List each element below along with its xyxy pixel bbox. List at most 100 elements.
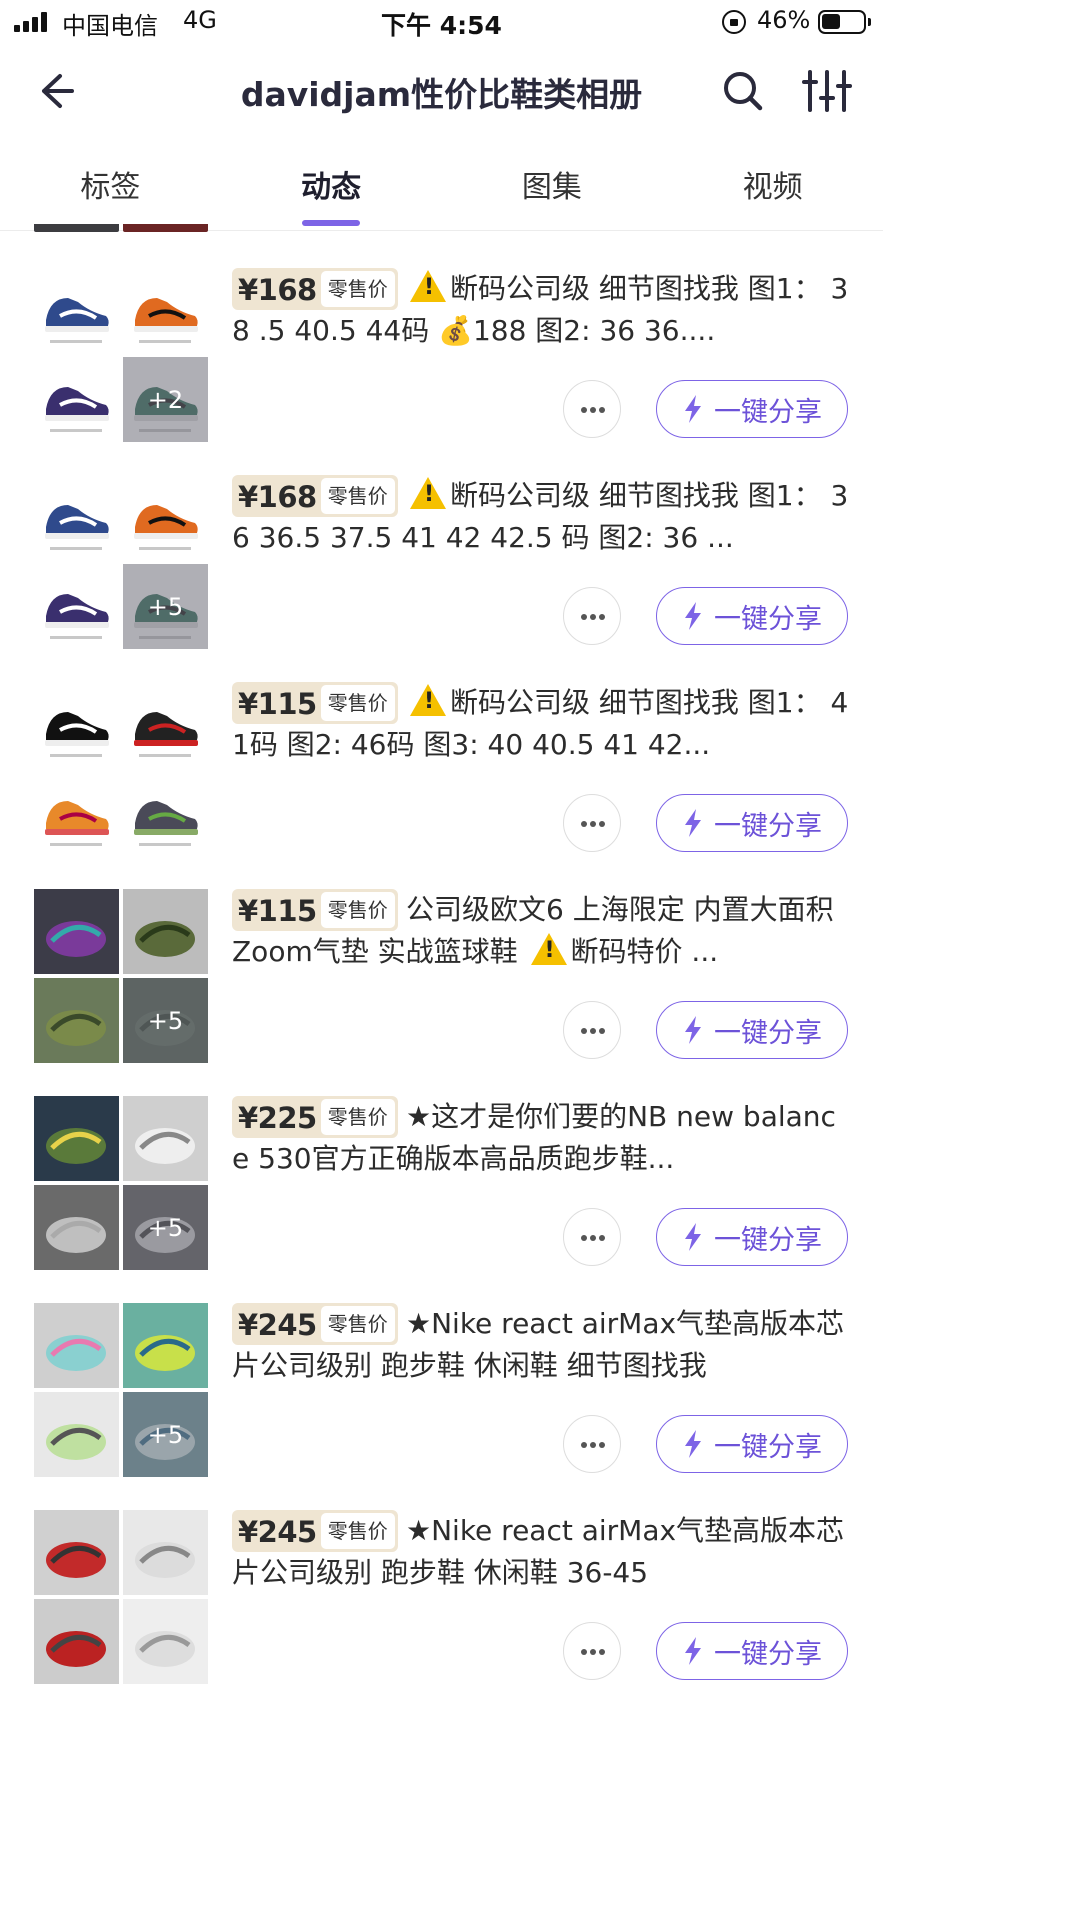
one-click-share-button[interactable]: 一键分享 (656, 1208, 848, 1266)
share-label: 一键分享 (714, 1638, 822, 1670)
ellipsis-dot-icon (590, 1649, 596, 1655)
ellipsis-dot-icon (590, 1235, 596, 1241)
ellipsis-dot-icon (599, 821, 605, 827)
product-thumbnail[interactable] (123, 268, 208, 353)
more-photos-count[interactable]: +5 (123, 1392, 208, 1477)
share-label: 一键分享 (714, 1017, 822, 1049)
previous-item-thumb-edge (34, 224, 119, 232)
product-thumbnail[interactable] (34, 1392, 119, 1477)
retail-price: ¥115 (238, 894, 317, 928)
product-thumbnail[interactable] (123, 475, 208, 560)
product-thumbnail[interactable] (123, 889, 208, 974)
more-options-button[interactable] (563, 1415, 621, 1473)
more-options-button[interactable] (563, 794, 621, 852)
product-thumbnail[interactable] (34, 564, 119, 649)
ellipsis-dot-icon (581, 1442, 587, 1448)
photo-grid[interactable]: +5 (34, 889, 208, 1063)
product-thumbnail[interactable] (34, 889, 119, 974)
feed-item[interactable]: 断码公司级 细节图找我 图1： 41码 图2: 46码 图3: 40 40.5 … (0, 682, 883, 882)
product-thumbnail[interactable] (34, 1096, 119, 1181)
product-thumbnail[interactable] (34, 771, 119, 856)
feed-item[interactable]: +5公司级欧文6 上海限定 内置大面积 Zoom气垫 实战篮球鞋 断码特价 ..… (0, 889, 883, 1089)
lightning-icon (685, 1637, 701, 1665)
photo-grid[interactable]: +5 (34, 1096, 208, 1270)
one-click-share-button[interactable]: 一键分享 (656, 1415, 848, 1473)
photo-grid[interactable]: +5 (34, 475, 208, 649)
share-label: 一键分享 (714, 396, 822, 428)
share-label: 一键分享 (714, 1431, 822, 1463)
orientation-lock-icon (722, 10, 746, 34)
ellipsis-dot-icon (581, 821, 587, 827)
tab-bar: 标签 动态 图集 视频 (0, 150, 883, 230)
lightning-icon (685, 1016, 701, 1044)
tab-tags[interactable]: 标签 (0, 150, 221, 230)
product-thumbnail[interactable] (34, 682, 119, 767)
feed-item[interactable]: +5 ★这才是你们要的NB new balance 530官方正确版本高品质跑步鞋… (0, 1096, 883, 1296)
retail-price: ¥225 (238, 1101, 317, 1135)
product-thumbnail[interactable] (123, 771, 208, 856)
share-label: 一键分享 (714, 1224, 822, 1256)
feed-item[interactable]: +5断码公司级 细节图找我 图1： 36 36.5 37.5 41 42 42.… (0, 475, 883, 675)
share-label: 一键分享 (714, 810, 822, 842)
photo-grid[interactable] (34, 1510, 208, 1684)
more-photos-count[interactable]: +5 (123, 978, 208, 1063)
more-photos-count[interactable]: +2 (123, 357, 208, 442)
more-options-button[interactable] (563, 1208, 621, 1266)
feed-item[interactable]: +5 ★Nike react airMax气垫高版本芯片公司级别 跑步鞋 休闲鞋 … (0, 1303, 883, 1503)
product-thumbnail[interactable] (123, 682, 208, 767)
filter-sliders-icon[interactable] (800, 66, 854, 116)
product-thumbnail[interactable] (123, 1303, 208, 1388)
price-tag: ¥168 零售价 (232, 475, 398, 517)
more-options-button[interactable] (563, 1622, 621, 1680)
back-arrow-icon[interactable] (30, 66, 80, 116)
ellipsis-dot-icon (581, 1028, 587, 1034)
product-thumbnail[interactable] (34, 1185, 119, 1270)
product-thumbnail[interactable] (34, 268, 119, 353)
product-thumbnail[interactable] (123, 1599, 208, 1684)
one-click-share-button[interactable]: 一键分享 (656, 794, 848, 852)
photo-grid[interactable]: +5 (34, 1303, 208, 1477)
retail-price: ¥168 (238, 273, 317, 307)
more-options-button[interactable] (563, 587, 621, 645)
previous-item-thumb-edge (123, 224, 208, 232)
tab-feed[interactable]: 动态 (221, 150, 442, 230)
one-click-share-button[interactable]: 一键分享 (656, 1001, 848, 1059)
battery-percent: 46% (757, 6, 811, 34)
product-thumbnail[interactable] (34, 475, 119, 560)
warning-icon (410, 684, 446, 716)
retail-price-label: 零售价 (320, 271, 395, 307)
more-options-button[interactable] (563, 380, 621, 438)
feed-item[interactable]: ★Nike react airMax气垫高版本芯片公司级别 跑步鞋 休闲鞋 36… (0, 1510, 883, 1710)
product-thumbnail[interactable] (34, 1599, 119, 1684)
lightning-icon (685, 395, 701, 423)
more-photos-count[interactable]: +5 (123, 1185, 208, 1270)
product-thumbnail[interactable] (123, 1096, 208, 1181)
share-label: 一键分享 (714, 603, 822, 635)
price-tag: ¥115 零售价 (232, 682, 398, 724)
product-thumbnail[interactable] (34, 1510, 119, 1595)
more-options-button[interactable] (563, 1001, 621, 1059)
photo-grid[interactable]: +2 (34, 268, 208, 442)
retail-price-label: 零售价 (320, 478, 395, 514)
one-click-share-button[interactable]: 一键分享 (656, 1622, 848, 1680)
price-tag: ¥168 零售价 (232, 268, 398, 310)
retail-price: ¥245 (238, 1308, 317, 1342)
product-thumbnail[interactable] (123, 1510, 208, 1595)
product-thumbnail[interactable] (34, 978, 119, 1063)
product-thumbnail[interactable] (34, 1303, 119, 1388)
more-photos-count[interactable]: +5 (123, 564, 208, 649)
one-click-share-button[interactable]: 一键分享 (656, 587, 848, 645)
tab-albums[interactable]: 图集 (442, 150, 663, 230)
ellipsis-dot-icon (581, 1649, 587, 1655)
retail-price-label: 零售价 (320, 892, 395, 928)
ellipsis-dot-icon (599, 614, 605, 620)
search-icon[interactable] (718, 66, 768, 116)
battery-icon (818, 10, 871, 34)
one-click-share-button[interactable]: 一键分享 (656, 380, 848, 438)
product-thumbnail[interactable] (34, 357, 119, 442)
lightning-icon (685, 602, 701, 630)
photo-grid[interactable] (34, 682, 208, 856)
tab-videos[interactable]: 视频 (662, 150, 883, 230)
feed-item[interactable]: +2断码公司级 细节图找我 图1： 38 .5 40.5 44码 💰188 图2… (0, 268, 883, 468)
ellipsis-dot-icon (599, 407, 605, 413)
